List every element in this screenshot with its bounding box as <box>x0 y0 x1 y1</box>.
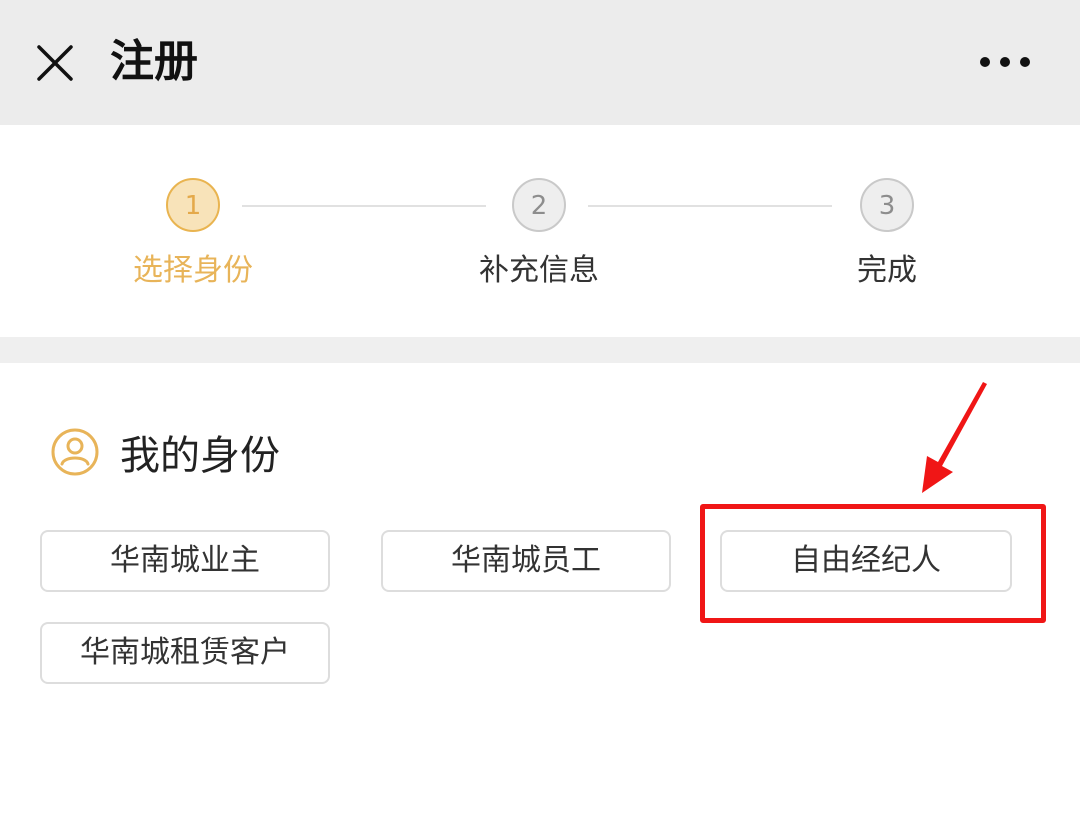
step-connector-1 <box>242 205 486 207</box>
step-2-circle: 2 <box>512 178 566 232</box>
step-3-label: 完成 <box>857 253 917 288</box>
identity-option-owner[interactable]: 华南城业主 <box>40 530 330 592</box>
progress-steps: 1 2 3 选择身份 补充信息 完成 <box>0 125 1080 337</box>
step-connector-2 <box>588 205 832 207</box>
more-button[interactable] <box>970 40 1040 84</box>
identity-title: 我的身份 <box>120 433 280 479</box>
identity-option-employee[interactable]: 华南城员工 <box>381 530 671 592</box>
more-dots-icon <box>980 57 1030 67</box>
highlight-annotation-box <box>700 504 1046 623</box>
user-icon <box>51 428 99 476</box>
step-1-label: 选择身份 <box>133 253 253 288</box>
step-2-label: 补充信息 <box>479 253 599 288</box>
annotation-arrow-icon <box>922 382 987 493</box>
section-divider <box>0 337 1080 363</box>
step-3-circle: 3 <box>860 178 914 232</box>
page-title: 注册 <box>110 36 198 87</box>
step-1-circle: 1 <box>166 178 220 232</box>
top-bar: 注册 <box>0 0 1080 125</box>
identity-option-tenant[interactable]: 华南城租赁客户 <box>40 622 330 684</box>
identity-section-header: 我的身份 <box>50 422 280 482</box>
close-button[interactable] <box>30 38 80 88</box>
close-icon <box>37 45 73 81</box>
